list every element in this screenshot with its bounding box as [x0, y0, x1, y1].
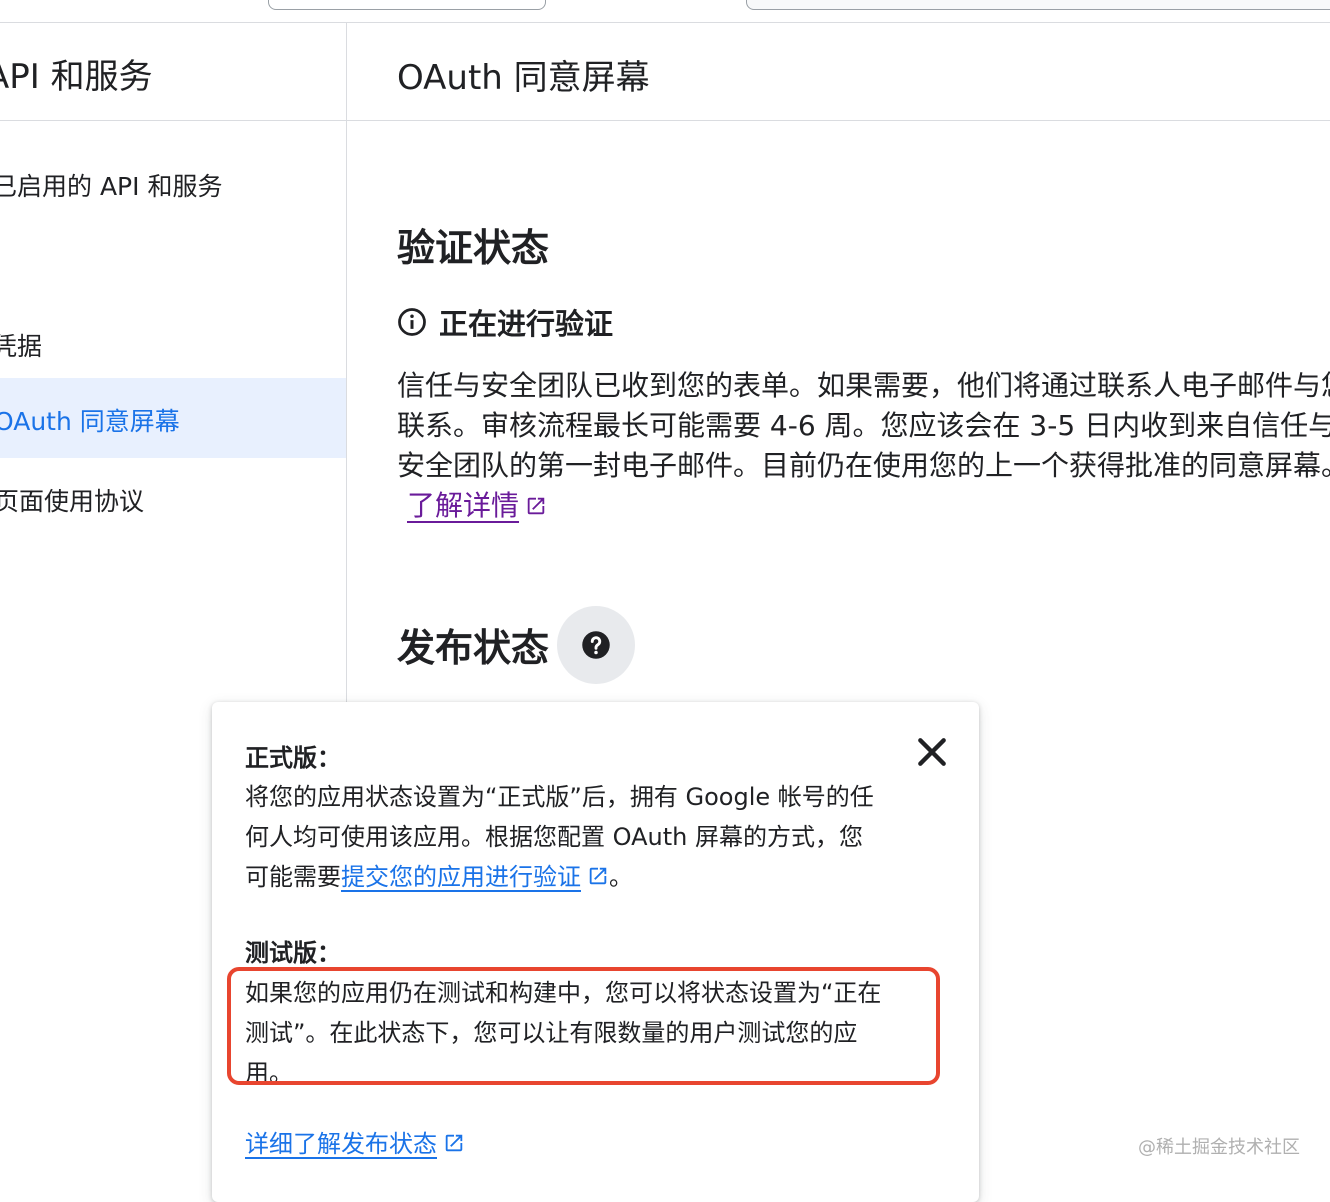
- learn-more-label: 了解详情: [407, 489, 520, 522]
- learn-more-publishing-link[interactable]: 详细了解发布状态: [245, 1124, 465, 1159]
- external-link-icon: [589, 867, 607, 885]
- sidebar-item-enabled-apis[interactable]: 已启用的 API 和服务: [0, 143, 346, 223]
- verification-status-title: 验证状态: [397, 226, 550, 270]
- top-bar: [0, 0, 1330, 23]
- testing-heading: 测试版：: [245, 939, 341, 967]
- project-selector[interactable]: [268, 0, 546, 10]
- verification-status: 正在进行验证: [397, 305, 613, 341]
- page-title: OAuth 同意屏幕: [397, 58, 650, 98]
- external-link-icon: [527, 497, 545, 515]
- submit-verification-label: 提交您的应用进行验证: [341, 863, 581, 891]
- production-heading: 正式版：: [245, 744, 341, 772]
- sidebar-item-oauth-consent[interactable]: OAuth 同意屏幕: [0, 378, 346, 458]
- info-icon: [398, 308, 426, 336]
- sidebar-item-label: OAuth 同意屏幕: [0, 407, 180, 436]
- publishing-status-popover: 正式版： 将您的应用状态设置为“正式版”后，拥有 Google 帐号的任何人均可…: [212, 702, 979, 1202]
- sidebar-item-label: 凭据: [0, 332, 43, 361]
- verification-description: 信任与安全团队已收到您的表单。如果需要，他们将通过联系人电子邮件与您联系。审核流…: [397, 366, 1330, 526]
- main-header: OAuth 同意屏幕: [347, 23, 1330, 121]
- learn-more-link[interactable]: 了解详情: [407, 489, 547, 522]
- production-description: 将您的应用状态设置为“正式版”后，拥有 Google 帐号的任何人均可使用该应用…: [245, 777, 885, 897]
- sidebar-item-label: 页面使用协议: [0, 487, 145, 516]
- sidebar-item-label: 已启用的 API 和服务: [0, 172, 223, 201]
- publishing-status-title: 发布状态: [397, 626, 550, 670]
- production-text-end: 。: [609, 863, 633, 891]
- help-button[interactable]: [557, 606, 635, 684]
- sidebar-header: API 和服务: [0, 23, 346, 121]
- sidebar-item-page-usage[interactable]: 页面使用协议: [0, 458, 346, 538]
- learn-more-publishing-label: 详细了解发布状态: [245, 1130, 437, 1158]
- verification-status-text: 正在进行验证: [439, 307, 614, 341]
- highlight-annotation: [227, 967, 940, 1085]
- close-icon[interactable]: [912, 732, 952, 772]
- search-bar[interactable]: [746, 0, 1330, 10]
- watermark: @稀土掘金技术社区: [1138, 1137, 1300, 1158]
- submit-verification-link[interactable]: 提交您的应用进行验证: [341, 863, 609, 891]
- sidebar-title: API 和服务: [0, 57, 153, 97]
- sidebar-item-credentials[interactable]: 凭据: [0, 303, 346, 383]
- help-icon: [582, 631, 610, 659]
- external-link-icon: [445, 1134, 463, 1152]
- verification-description-text: 信任与安全团队已收到您的表单。如果需要，他们将通过联系人电子邮件与您联系。审核流…: [397, 369, 1330, 482]
